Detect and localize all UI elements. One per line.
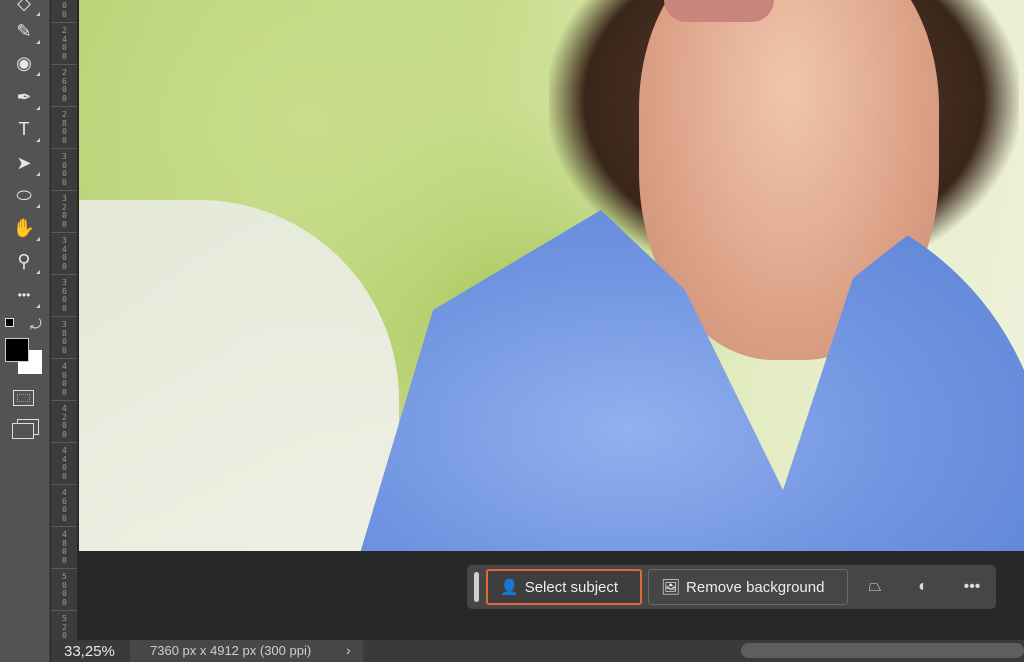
image-lips [664,0,774,22]
ruler-tick: 4800 [51,526,77,568]
image-background-path [79,200,399,551]
ruler-label: 4600 [62,488,67,523]
select-subject-button[interactable]: 👤 Select subject [486,569,642,605]
ruler-label: 2600 [62,68,67,103]
chevron-right-icon[interactable]: › [346,642,351,658]
horizontal-scrollbar[interactable] [741,643,1024,658]
zoom-level[interactable]: 33,25% [64,643,115,660]
more-options-icon[interactable]: ••• [960,575,984,599]
ruler-label: 2400 [62,26,67,61]
brush-tool-icon[interactable]: ✎ [10,18,40,44]
ruler-tick: 3600 [51,274,77,316]
ruler-label: 4800 [62,530,67,565]
default-colors-icon[interactable] [5,318,14,327]
ruler-label: 2800 [62,110,67,145]
ruler-tick: 2400 [51,22,77,64]
ellipse-tool-icon[interactable]: ⬭ [10,182,40,208]
pen-tool-icon[interactable]: ✒ [10,84,40,110]
drag-handle[interactable] [474,572,479,602]
quick-mask-icon[interactable] [13,390,34,406]
ruler-tick: 5000 [51,568,77,610]
zoom-tool-icon[interactable]: ⚲ [10,248,40,274]
ruler-tick: 3400 [51,232,77,274]
ruler-label: 4000 [62,362,67,397]
vertical-ruler: 2200 2400 2600 2800 3000 3200 3400 3600 3800 4000… [51,0,78,640]
ruler-tick: 5200 [51,610,77,640]
ruler-tick: 4200 [51,400,77,442]
ruler-tick: 2600 [51,64,77,106]
ruler-label: 5000 [62,572,67,607]
ruler-label: 3400 [62,236,67,271]
ruler-label: 3200 [62,194,67,229]
ruler-label: 2200 [62,0,67,19]
adjustment-icon[interactable]: ◐ [911,575,935,599]
ruler-tick: 2800 [51,106,77,148]
ruler-tick: 3200 [51,190,77,232]
foreground-color-swatch[interactable] [5,338,29,362]
ruler-label: 4400 [62,446,67,481]
ruler-tick: 4600 [51,484,77,526]
ruler-tick: 3800 [51,316,77,358]
type-tool-icon[interactable]: T [10,116,40,142]
ruler-label: 3800 [62,320,67,355]
ruler-tick: 2200 [51,0,77,22]
ruler-label: 4200 [62,404,67,439]
swap-colors-icon[interactable]: ⤾ [30,316,42,333]
transform-icon[interactable]: ⏢ [863,575,887,599]
ruler-label: 3600 [62,278,67,313]
ruler-tick: 3000 [51,148,77,190]
path-selection-tool-icon[interactable]: ➤ [10,150,40,176]
remove-background-button[interactable]: 🖼 Remove background [648,569,848,605]
more-tools-icon[interactable]: ••• [10,282,40,308]
ruler-label: 5200 [62,614,67,640]
eraser-tool-icon[interactable]: ◉ [10,50,40,76]
contextual-task-bar: 👤 Select subject 🖼 Remove background ⏢ ◐… [467,565,996,609]
tools-panel: ◇ ✎ ◉ ✒ T ➤ ⬭ ✋ ⚲ ••• ⤾ [0,0,50,662]
ruler-label: 3000 [62,152,67,187]
image-icon: 🖼 [661,579,681,596]
canvas-image[interactable] [79,0,1024,551]
ruler-tick: 4000 [51,358,77,400]
ruler-tick: 4400 [51,442,77,484]
screen-mode-icon[interactable] [12,423,34,439]
status-bar: 33,25% 7360 px x 4912 px (300 ppi) › [51,640,1024,662]
hand-tool-icon[interactable]: ✋ [10,215,40,241]
person-select-icon: 👤 [500,579,519,596]
shape-tool-icon[interactable]: ◇ [10,0,40,16]
document-info: 7360 px x 4912 px (300 ppi) [130,640,363,662]
